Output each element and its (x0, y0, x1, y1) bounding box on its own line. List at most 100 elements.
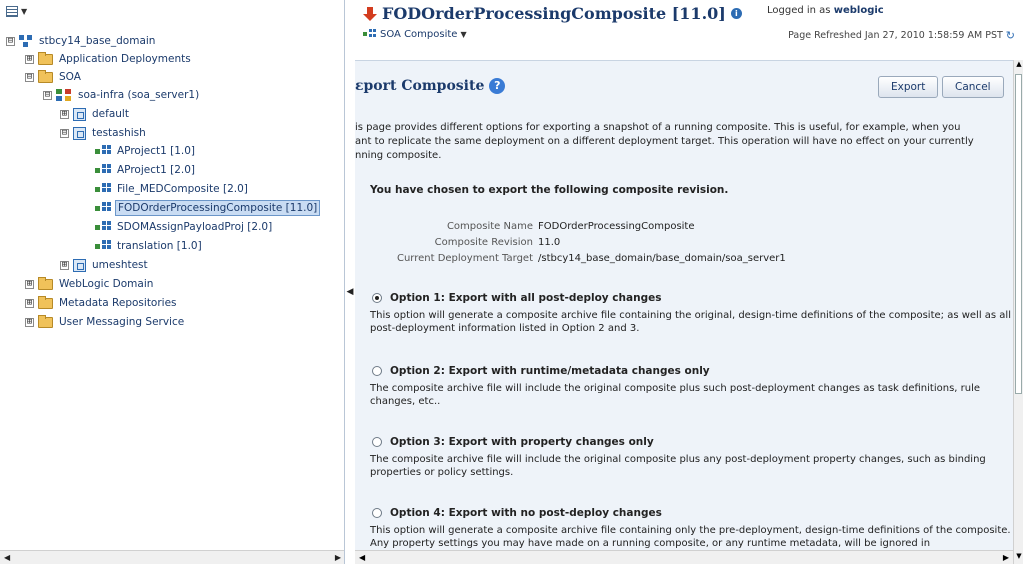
export-composite-content: ɛport Composite ? Export Cancel is page … (355, 60, 1013, 550)
domain-icon (19, 34, 33, 48)
composite-icon (95, 239, 111, 253)
expand-toggle-icon[interactable]: ⊞ (25, 54, 34, 64)
option-description: The composite archive file will include … (370, 454, 986, 478)
content-title: ɛport Composite ? (355, 78, 506, 94)
option-label[interactable]: Option 1: Export with all post-deploy ch… (390, 292, 661, 304)
nav-toolbar: ▼ (0, 0, 344, 22)
scrollbar-thumb[interactable] (1015, 74, 1022, 394)
page-title: FODOrderProcessingComposite [11.0] (382, 4, 726, 23)
option-radio-row[interactable]: Option 1: Export with all post-deploy ch… (372, 292, 1012, 304)
info-icon[interactable]: i (730, 8, 742, 19)
tree-item-soa[interactable]: ⊟ SOA (25, 68, 83, 86)
scroll-left-arrow-icon[interactable]: ◀ (359, 553, 365, 562)
option-radio[interactable] (372, 293, 382, 303)
scroll-up-arrow-icon[interactable]: ▲ (1014, 60, 1023, 72)
composite-icon (95, 220, 111, 234)
tree-item-label: soa-infra (soa_server1) (78, 89, 200, 101)
navigation-pane: ▼ ⊟ stbcy14_base_domain ⊞ Application De… (0, 0, 345, 564)
expand-toggle-icon[interactable]: ⊞ (60, 109, 69, 119)
collapse-toggle-icon[interactable]: ⊟ (43, 90, 52, 100)
composite-icon (95, 144, 111, 158)
option-radio[interactable] (372, 508, 382, 518)
collapse-toggle-icon[interactable]: ⊟ (25, 72, 34, 82)
detail-value: 11.0 (538, 237, 561, 248)
composite-icon (95, 201, 111, 215)
tree-item-composite[interactable]: SDOMAssignPayloadProj [2.0] (95, 218, 274, 236)
expand-toggle-icon[interactable]: ⊞ (25, 298, 34, 308)
collapse-toggle-icon[interactable]: ⊟ (60, 128, 69, 138)
chosen-revision-heading: You have chosen to export the following … (370, 184, 729, 196)
option-radio-row[interactable]: Option 2: Export with runtime/metadata c… (372, 365, 1012, 377)
help-icon[interactable]: ? (489, 78, 506, 94)
tree-item-label: WebLogic Domain (59, 278, 154, 290)
scroll-right-arrow-icon[interactable]: ▶ (335, 553, 341, 562)
export-button[interactable]: Export (878, 76, 939, 98)
collapse-pane-arrow-icon[interactable]: ◀ (346, 284, 354, 300)
logged-in-user: weblogic (833, 5, 884, 16)
composite-icon (95, 163, 111, 177)
pane-splitter[interactable]: ◀ (345, 0, 355, 564)
partition-icon (73, 107, 86, 121)
tree-item-label: default (92, 108, 129, 120)
folder-icon (38, 69, 53, 83)
tree-item-soa-infra[interactable]: ⊟ soa-infra (soa_server1) (43, 86, 201, 104)
tree-item-composite[interactable]: translation [1.0] (95, 237, 204, 255)
detail-composite-name: Composite Name FODOrderProcessingComposi… (360, 221, 695, 232)
scroll-down-arrow-icon[interactable]: ▼ (1014, 552, 1023, 564)
soa-composite-menu-label: SOA Composite (380, 29, 458, 40)
option-label[interactable]: Option 4: Export with no post-deploy cha… (390, 507, 662, 519)
tree-item-umeshtest[interactable]: ⊞ umeshtest (60, 256, 150, 274)
scroll-left-arrow-icon[interactable]: ◀ (4, 553, 10, 562)
list-menu-icon[interactable] (6, 5, 18, 17)
folder-icon (38, 276, 53, 290)
composite-icon (363, 29, 377, 40)
tree-item-label: FODOrderProcessingComposite [11.0] (115, 200, 321, 216)
expand-toggle-icon[interactable]: ⊞ (25, 279, 34, 289)
option-radio[interactable] (372, 437, 382, 447)
horizontal-scrollbar[interactable]: ◀ ▶ (355, 550, 1013, 564)
logged-in-status: Logged in as weblogic (767, 5, 884, 16)
logged-in-prefix: Logged in as (767, 5, 831, 16)
horizontal-scrollbar[interactable]: ◀ ▶ (0, 550, 344, 564)
detail-value: FODOrderProcessingComposite (538, 221, 695, 232)
tree-item-weblogic-domain[interactable]: ⊞ WebLogic Domain (25, 275, 155, 293)
intro-paragraph: is page provides different options for e… (355, 121, 1005, 163)
tree-item-testashish[interactable]: ⊟ testashish (60, 124, 148, 142)
option-label[interactable]: Option 2: Export with runtime/metadata c… (390, 365, 710, 377)
tree-item-domain[interactable]: ⊟ stbcy14_base_domain (6, 32, 157, 50)
tree-item-composite-selected[interactable]: FODOrderProcessingComposite [11.0] (95, 199, 321, 217)
scroll-right-arrow-icon[interactable]: ▶ (1003, 553, 1009, 562)
tree-item-label: AProject1 [2.0] (117, 164, 196, 176)
collapse-toggle-icon[interactable]: ⊟ (6, 36, 15, 46)
option-radio[interactable] (372, 366, 382, 376)
expand-toggle-icon[interactable]: ⊞ (25, 317, 34, 327)
cancel-button[interactable]: Cancel (942, 76, 1004, 98)
chevron-down-icon[interactable]: ▼ (21, 7, 27, 16)
tree-item-default[interactable]: ⊞ default (60, 105, 131, 123)
folder-icon (38, 295, 53, 309)
option-radio-row[interactable]: Option 4: Export with no post-deploy cha… (372, 507, 1012, 519)
export-option-1: Option 1: Export with all post-deploy ch… (370, 292, 1012, 335)
tree-item-label: SDOMAssignPayloadProj [2.0] (117, 221, 273, 233)
tree-item-label: stbcy14_base_domain (39, 35, 156, 47)
refresh-icon[interactable]: ↻ (1006, 29, 1015, 42)
detail-key: Current Deployment Target (396, 253, 533, 264)
option-description: This option will generate a composite ar… (370, 310, 1011, 334)
option-label[interactable]: Option 3: Export with property changes o… (390, 436, 654, 448)
tree-item-label: Application Deployments (59, 53, 191, 65)
tree-item-label: SOA (59, 71, 81, 83)
tree-item-composite[interactable]: File_MEDComposite [2.0] (95, 180, 250, 198)
folder-icon (38, 314, 53, 328)
detail-key: Composite Name (446, 221, 533, 232)
option-radio-row[interactable]: Option 3: Export with property changes o… (372, 436, 1012, 448)
tree-item-composite[interactable]: AProject1 [2.0] (95, 161, 197, 179)
tree-item-user-messaging-service[interactable]: ⊞ User Messaging Service (25, 313, 186, 331)
expand-toggle-icon[interactable]: ⊞ (60, 260, 69, 270)
tree-item-metadata-repositories[interactable]: ⊞ Metadata Repositories (25, 294, 179, 312)
export-option-2: Option 2: Export with runtime/metadata c… (370, 365, 1012, 408)
detail-value: /stbcy14_base_domain/base_domain/soa_ser… (538, 253, 786, 264)
soa-composite-menu[interactable]: SOA Composite ▼ (363, 29, 467, 40)
vertical-scrollbar[interactable]: ▲ ▼ (1013, 60, 1023, 564)
tree-item-composite[interactable]: AProject1 [1.0] (95, 142, 197, 160)
tree-item-application-deployments[interactable]: ⊞ Application Deployments (25, 50, 193, 68)
